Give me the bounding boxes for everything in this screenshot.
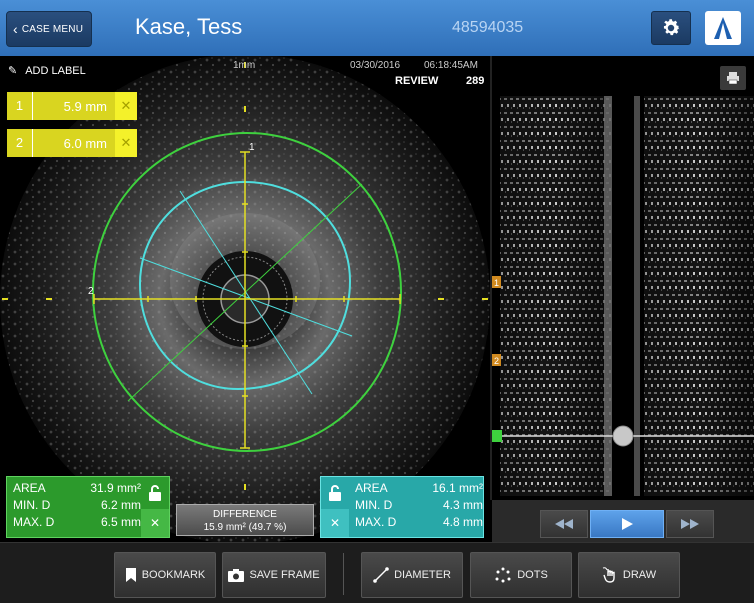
logo-icon (714, 17, 732, 39)
scale-indicator: 1mm (233, 60, 256, 71)
rewind-icon (555, 519, 573, 529)
longitudinal-view[interactable]: 1 2 (490, 56, 754, 500)
print-button[interactable] (720, 66, 746, 90)
close-icon[interactable]: ✕ (321, 509, 349, 537)
rewind-button[interactable] (540, 510, 588, 538)
fast-forward-icon (681, 519, 699, 529)
frame-number: 289 (466, 75, 485, 87)
settings-button[interactable] (651, 11, 691, 45)
vessel-min-value: 6.2 mm (100, 498, 141, 512)
unlock-icon[interactable] (321, 477, 349, 509)
lumen-max-value: 4.8 mm (442, 515, 483, 529)
dots-icon (494, 567, 512, 583)
measurement-value: 5.9 mm (63, 98, 107, 114)
measure-1-marker: 1 (249, 142, 255, 153)
camera-icon (228, 568, 245, 582)
measurement-number: 1 (7, 92, 33, 120)
measurement-number: 2 (7, 129, 33, 157)
vessel-max-label: MAX. D (13, 515, 55, 529)
acquisition-time: 06:18:45AM (424, 60, 478, 71)
lumen-stats-panel: ✕ AREA 16.1 mm² MIN. D 4.3 mm MAX. D 4.8 mm (320, 476, 484, 538)
difference-label: DIFFERENCE (213, 509, 277, 520)
vessel-max-value: 6.5 mm (100, 515, 141, 529)
case-menu-label: CASE MENU (21, 23, 84, 35)
gear-icon (663, 19, 680, 36)
playback-controls (492, 500, 754, 542)
draw-label: DRAW (622, 569, 657, 581)
lumen-min-value: 4.3 mm (442, 498, 483, 512)
bookmark-button[interactable]: BOOKMARK (114, 552, 216, 598)
chevron-left-icon: ‹ (13, 21, 18, 37)
printer-icon (727, 72, 739, 85)
draw-button[interactable]: DRAW (578, 552, 680, 598)
vessel-stats-panel: AREA 31.9 mm² MIN. D 6.2 mm MAX. D 6.5 mm ✕ (6, 476, 170, 538)
frame-flag-icon (492, 430, 502, 442)
dots-button[interactable]: DOTS (470, 552, 572, 598)
measurement-value: 6.0 mm (63, 135, 107, 151)
save-frame-label: SAVE FRAME (249, 569, 320, 581)
case-menu-button[interactable]: ‹ CASE MENU (6, 11, 92, 47)
measure-2-marker: 2 (88, 286, 94, 297)
bookmark-marker-1-label: 1 (494, 278, 499, 288)
measurement-tag-1[interactable]: 1 5.9 mm ✕ (7, 92, 137, 120)
bookmark-marker-2-label: 2 (494, 356, 499, 366)
bookmark-icon (125, 568, 137, 582)
close-icon[interactable]: ✕ (115, 92, 137, 120)
acquisition-date: 03/30/2016 (350, 60, 401, 71)
lumen-area-label: AREA (355, 481, 388, 495)
diameter-label: DIAMETER (394, 569, 451, 581)
ivus-image-view[interactable]: 1 2 ✎ ADD LABEL 1mm 03/30/2016 06:18:45A… (0, 56, 490, 542)
close-icon[interactable]: ✕ (141, 509, 169, 537)
header-bar: ‹ CASE MENU Kase, Tess 48594035 (0, 0, 754, 56)
add-label-button[interactable]: ✎ ADD LABEL (8, 64, 86, 78)
measurement-tag-2[interactable]: 2 6.0 mm ✕ (7, 129, 137, 157)
fast-forward-button[interactable] (666, 510, 714, 538)
difference-value: 15.9 mm² (49.7 %) (203, 522, 287, 533)
bottom-toolbar: BOOKMARK SAVE FRAME DIAMETER DOTS DRAW (0, 542, 754, 603)
lumen-max-label: MAX. D (355, 515, 397, 529)
mode-label: REVIEW (395, 75, 439, 87)
pencil-icon: ✎ (8, 65, 18, 77)
play-icon (622, 518, 633, 530)
device-logo-button[interactable] (705, 11, 741, 45)
dots-label: DOTS (517, 569, 548, 581)
hand-draw-icon (602, 567, 618, 583)
frame-slider-handle[interactable] (612, 425, 634, 447)
vessel-area-value: 31.9 mm² (90, 481, 141, 495)
bookmark-label: BOOKMARK (141, 569, 206, 581)
longitudinal-image[interactable]: 1 2 (492, 96, 754, 496)
vessel-min-label: MIN. D (13, 498, 51, 512)
diameter-button[interactable]: DIAMETER (361, 552, 463, 598)
add-label-text: ADD LABEL (25, 64, 86, 77)
play-button[interactable] (590, 510, 664, 538)
lumen-area-value: 16.1 mm² (432, 481, 483, 495)
unlock-icon[interactable] (141, 477, 169, 509)
difference-panel: DIFFERENCE 15.9 mm² (49.7 %) (176, 504, 314, 536)
vessel-area-label: AREA (13, 481, 46, 495)
patient-name: Kase, Tess (135, 14, 243, 39)
close-icon[interactable]: ✕ (115, 129, 137, 157)
toolbar-divider (343, 553, 344, 595)
lumen-min-label: MIN. D (355, 498, 393, 512)
patient-id: 48594035 (452, 19, 524, 36)
save-frame-button[interactable]: SAVE FRAME (222, 552, 326, 598)
diameter-icon (373, 567, 389, 583)
